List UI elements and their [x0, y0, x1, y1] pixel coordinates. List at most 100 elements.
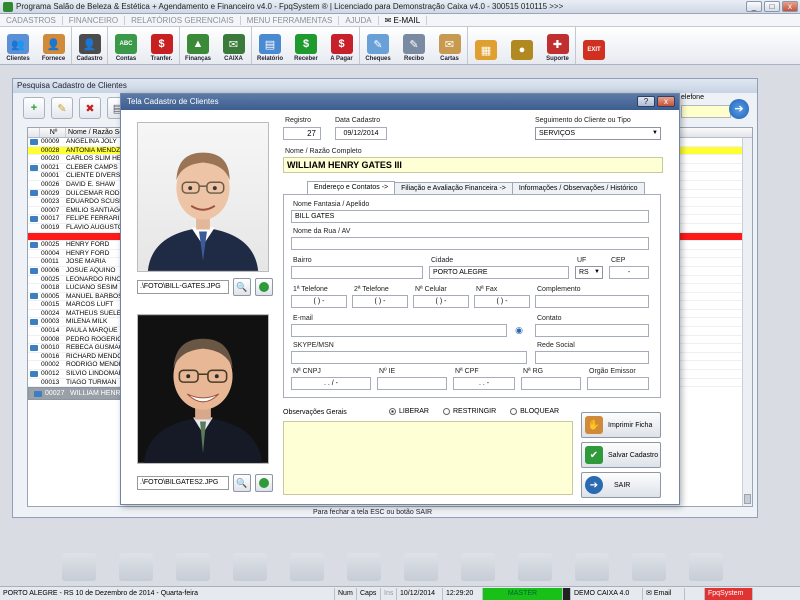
ie-label: Nº IE: [379, 368, 396, 375]
toolbar-button-12[interactable]: ✉ Cartas: [432, 26, 468, 64]
menu-email[interactable]: ✉ E-MAIL: [379, 15, 428, 25]
add-icon[interactable]: +: [23, 97, 45, 119]
row-marker-icon: [32, 388, 44, 399]
cidade-field[interactable]: PORTO ALEGRE: [429, 266, 569, 279]
uf-label: UF: [577, 257, 587, 264]
header-number[interactable]: Nº: [40, 128, 66, 137]
complemento-field[interactable]: [535, 295, 649, 308]
search-go-icon[interactable]: ➔: [729, 99, 749, 119]
delete-icon[interactable]: ✖: [79, 97, 101, 119]
toolbar-button-9[interactable]: $ A Pagar: [324, 26, 360, 64]
row-marker-icon: [28, 181, 40, 189]
phone-search-input[interactable]: [681, 105, 731, 118]
obs-textarea[interactable]: [283, 421, 573, 495]
photo-1-path[interactable]: .\FOTO\BILL-GATES.JPG: [137, 280, 229, 294]
globe-icon[interactable]: ◉: [511, 322, 527, 338]
uf-select[interactable]: RS: [575, 266, 603, 279]
photo-2-path[interactable]: .\FOTO\BILGATES2.JPG: [137, 476, 229, 490]
radio-bloquear[interactable]: BLOQUEAR: [510, 408, 559, 415]
clients-list-scrollbar[interactable]: [742, 138, 752, 506]
toolbar-button-10[interactable]: ✎ Cheques: [360, 26, 396, 64]
photo-1-search-icon[interactable]: 🔍: [233, 278, 251, 296]
photo-2-search-icon[interactable]: 🔍: [233, 474, 251, 492]
skype-field[interactable]: [291, 351, 527, 364]
row-code: 00012: [41, 370, 60, 378]
save-button-label: Salvar Cadastro: [608, 451, 659, 459]
toolbar-button-6[interactable]: ✉ CAIXA: [216, 26, 252, 64]
print-button[interactable]: ✋ Imprimir Ficha: [581, 412, 661, 438]
row-marker-icon: [28, 164, 40, 172]
nome-field[interactable]: WILLIAM HENRY GATES III: [283, 157, 663, 173]
client-photo-1[interactable]: [137, 122, 269, 272]
cpf-field[interactable]: . . -: [453, 377, 515, 390]
toolbar-button-14[interactable]: ●: [504, 26, 540, 64]
toolbar-button-4[interactable]: $ Tranfer.: [144, 26, 180, 64]
rg-field[interactable]: [521, 377, 581, 390]
rua-field[interactable]: [291, 237, 649, 250]
minimize-button[interactable]: _: [746, 1, 762, 12]
radio-liberar[interactable]: LIBERAR: [389, 408, 429, 415]
exit-button[interactable]: ➔ SAIR: [581, 472, 661, 498]
rede-social-field[interactable]: [535, 351, 649, 364]
toolbar-label-3: Contas: [115, 56, 137, 62]
orgao-field[interactable]: [587, 377, 649, 390]
menu-financeiro[interactable]: FINANCEIRO: [63, 15, 126, 25]
toolbar-label-6: CAIXA: [224, 56, 243, 62]
tab-filiacao[interactable]: Filiação e Avaliação Financeira ->: [394, 182, 513, 194]
tel2-field[interactable]: ( ) -: [352, 295, 408, 308]
status-email[interactable]: ✉ Email: [643, 587, 685, 600]
toolbar-button-7[interactable]: ▤ Relatório: [252, 26, 288, 64]
email-field[interactable]: [291, 324, 507, 337]
photo-1-camera-icon[interactable]: [255, 278, 273, 296]
contato-field[interactable]: [535, 324, 649, 337]
menu-ajuda[interactable]: AJUDA: [339, 15, 379, 25]
toolbar-button-15[interactable]: ✚ Suporte: [540, 26, 576, 64]
toolbar-button-8[interactable]: $ Receber: [288, 26, 324, 64]
edit-icon[interactable]: ✎: [51, 97, 73, 119]
row-marker-icon: [28, 353, 40, 361]
toolbar-button-16[interactable]: EXIT: [576, 26, 612, 64]
dialog-close-button[interactable]: x: [657, 96, 675, 107]
dialog-help-button[interactable]: ?: [637, 96, 655, 107]
close-button[interactable]: x: [782, 1, 798, 12]
fantasia-field[interactable]: BILL GATES: [291, 210, 649, 223]
toolbar-label-8: Receber: [294, 56, 318, 62]
ie-field[interactable]: [377, 377, 447, 390]
toolbar-button-5[interactable]: ▲ Finanças: [180, 26, 216, 64]
radio-restringir[interactable]: RESTRINGIR: [442, 408, 496, 415]
client-photo-2[interactable]: [137, 314, 269, 464]
orgao-label: Orgão Emissor: [589, 368, 636, 375]
data-cadastro-field[interactable]: 09/12/2014: [335, 127, 387, 140]
cnpj-field[interactable]: . . / -: [291, 377, 371, 390]
tel1-field[interactable]: ( ) -: [291, 295, 347, 308]
toolbar-button-1[interactable]: 👤 Fornece: [36, 26, 72, 64]
bairro-field[interactable]: [291, 266, 423, 279]
portrait-image-2: [138, 315, 268, 463]
toolbar-button-0[interactable]: 👥 Clientes: [0, 26, 36, 64]
row-marker-icon: [28, 138, 40, 146]
scroll-thumb[interactable]: [744, 494, 751, 504]
search-window-tools: + ✎ ✖ ▤: [23, 97, 129, 119]
celular-field[interactable]: ( ) -: [413, 295, 469, 308]
toolbar-button-3[interactable]: ABC Contas: [108, 26, 144, 64]
menu-ferramentas[interactable]: MENU FERRAMENTAS: [241, 15, 340, 25]
cep-field[interactable]: -: [609, 266, 649, 279]
tab-endereco[interactable]: Endereço e Contatos ->: [307, 181, 396, 194]
toolbar-button-13[interactable]: ▦: [468, 26, 504, 64]
maximize-button[interactable]: □: [764, 1, 780, 12]
toolbar-button-2[interactable]: 👤 Cadastro: [72, 26, 108, 64]
bairro-label: Bairro: [293, 257, 312, 264]
toolbar-button-11[interactable]: ✎ Recibo: [396, 26, 432, 64]
photo-2-camera-icon[interactable]: [255, 474, 273, 492]
menu-cadastros[interactable]: CADASTROS: [0, 15, 63, 25]
celular-label: Nª Celular: [415, 286, 447, 293]
fax-field[interactable]: ( ) -: [474, 295, 530, 308]
row-code: 00019: [41, 223, 60, 231]
row-code: 00021: [41, 163, 60, 171]
obs-label: Observações Gerais: [283, 409, 347, 416]
tab-informacoes[interactable]: Informações / Observações / Histórico: [511, 182, 645, 194]
save-button[interactable]: ✔ Salvar Cadastro: [581, 442, 661, 468]
menu-relatorios[interactable]: RELATÓRIOS GERENCIAIS: [125, 15, 241, 25]
segmento-select[interactable]: SERVIÇOS: [535, 127, 661, 140]
registro-field[interactable]: 27: [283, 127, 321, 140]
